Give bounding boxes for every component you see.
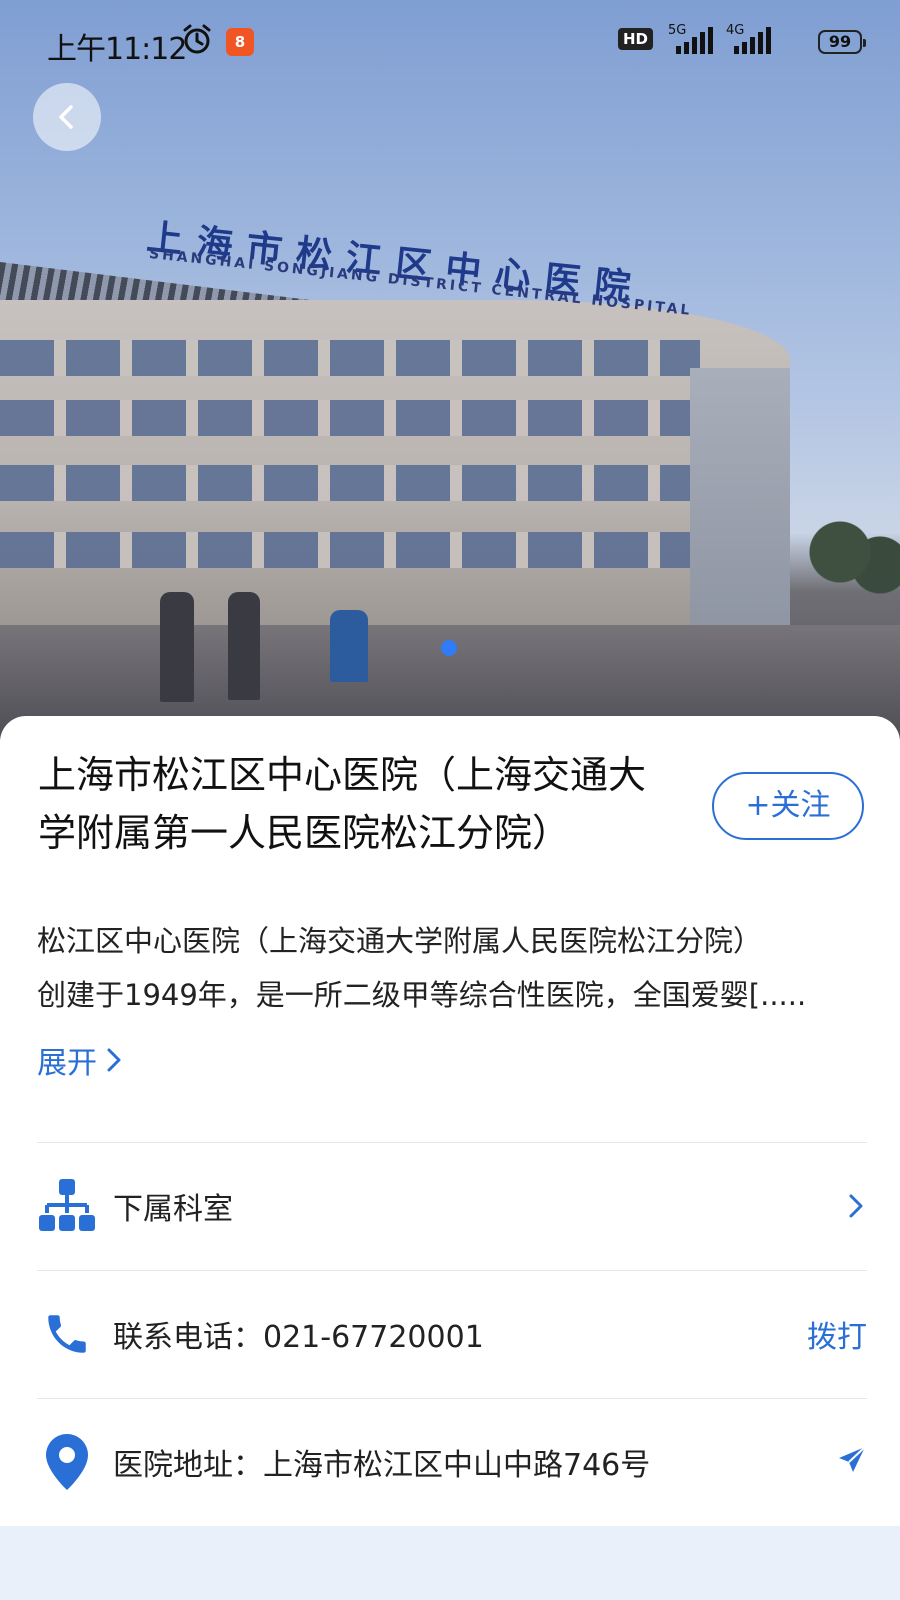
pedestrian — [160, 592, 194, 702]
hospital-info-card: 上海市松江区中心医院（上海交通大学附属第一人民医院松江分院） +关注 松江区中心… — [0, 716, 900, 1526]
window-row — [0, 400, 700, 436]
signal-4g-icon: 4G — [726, 22, 778, 60]
hospital-name: 上海市松江区中心医院（上海交通大学附属第一人民医院松江分院） — [38, 753, 647, 855]
divider — [37, 1142, 867, 1143]
navigate-icon[interactable] — [837, 1445, 867, 1479]
chevron-left-icon — [59, 105, 73, 129]
svg-text:4G: 4G — [726, 23, 744, 38]
address-row[interactable]: 医院地址：上海市松江区中山中路746号 — [37, 1412, 867, 1512]
hd-voice-icon: HD — [618, 28, 654, 50]
battery-icon: 99 — [818, 30, 866, 54]
hospital-tower — [690, 368, 790, 628]
chevron-right-icon — [849, 1194, 863, 1218]
scooter-rider — [330, 610, 368, 682]
follow-button[interactable]: +关注 — [712, 772, 864, 840]
back-button[interactable] — [33, 83, 101, 151]
departments-row[interactable]: 下属科室 — [37, 1156, 867, 1256]
window-row — [0, 532, 700, 568]
phone-row: 联系电话：021-67720001 拨打 — [37, 1284, 867, 1384]
window-row — [0, 340, 700, 376]
hospital-description: 松江区中心医院（上海交通大学附属人民医院松江分院） 创建于1949年，是一所二级… — [37, 914, 877, 1022]
description-line: 松江区中心医院（上海交通大学附属人民医院松江分院） — [37, 924, 763, 958]
expand-link[interactable]: 展开 — [37, 1038, 125, 1082]
call-button[interactable]: 拨打 — [807, 1312, 867, 1356]
location-pin-icon — [37, 1432, 97, 1492]
status-bar: 上午11:12 8 HD 5G 4G 99 — [0, 0, 900, 86]
hospital-photo[interactable]: 上海市松江区中心医院 SHANGHAI SONGJIANG DISTRICT C… — [0, 0, 900, 740]
phone-label: 联系电话：021-67720001 — [113, 1320, 484, 1355]
departments-label: 下属科室 — [113, 1192, 233, 1227]
bottom-area — [0, 1527, 900, 1600]
app-notification-icon: 8 — [226, 28, 254, 56]
signal-5g-icon: 5G — [668, 22, 720, 60]
phone-icon — [37, 1304, 97, 1364]
divider — [37, 1398, 867, 1399]
org-chart-icon — [37, 1176, 97, 1236]
carousel-indicator-dot — [441, 640, 457, 656]
pedestrian — [228, 592, 260, 700]
hospital-building — [0, 300, 790, 630]
divider — [37, 1270, 867, 1271]
expand-label: 展开 — [37, 1046, 97, 1081]
trees — [800, 500, 900, 630]
description-line: 创建于1949年，是一所二级甲等综合性医院，全国爱婴[..... — [37, 978, 807, 1012]
svg-text:5G: 5G — [668, 23, 686, 38]
address-label: 医院地址：上海市松江区中山中路746号 — [113, 1448, 651, 1483]
chevron-right-icon — [107, 1048, 121, 1072]
status-time: 上午11:12 — [47, 32, 187, 67]
window-row — [0, 465, 700, 501]
alarm-icon — [180, 22, 214, 60]
